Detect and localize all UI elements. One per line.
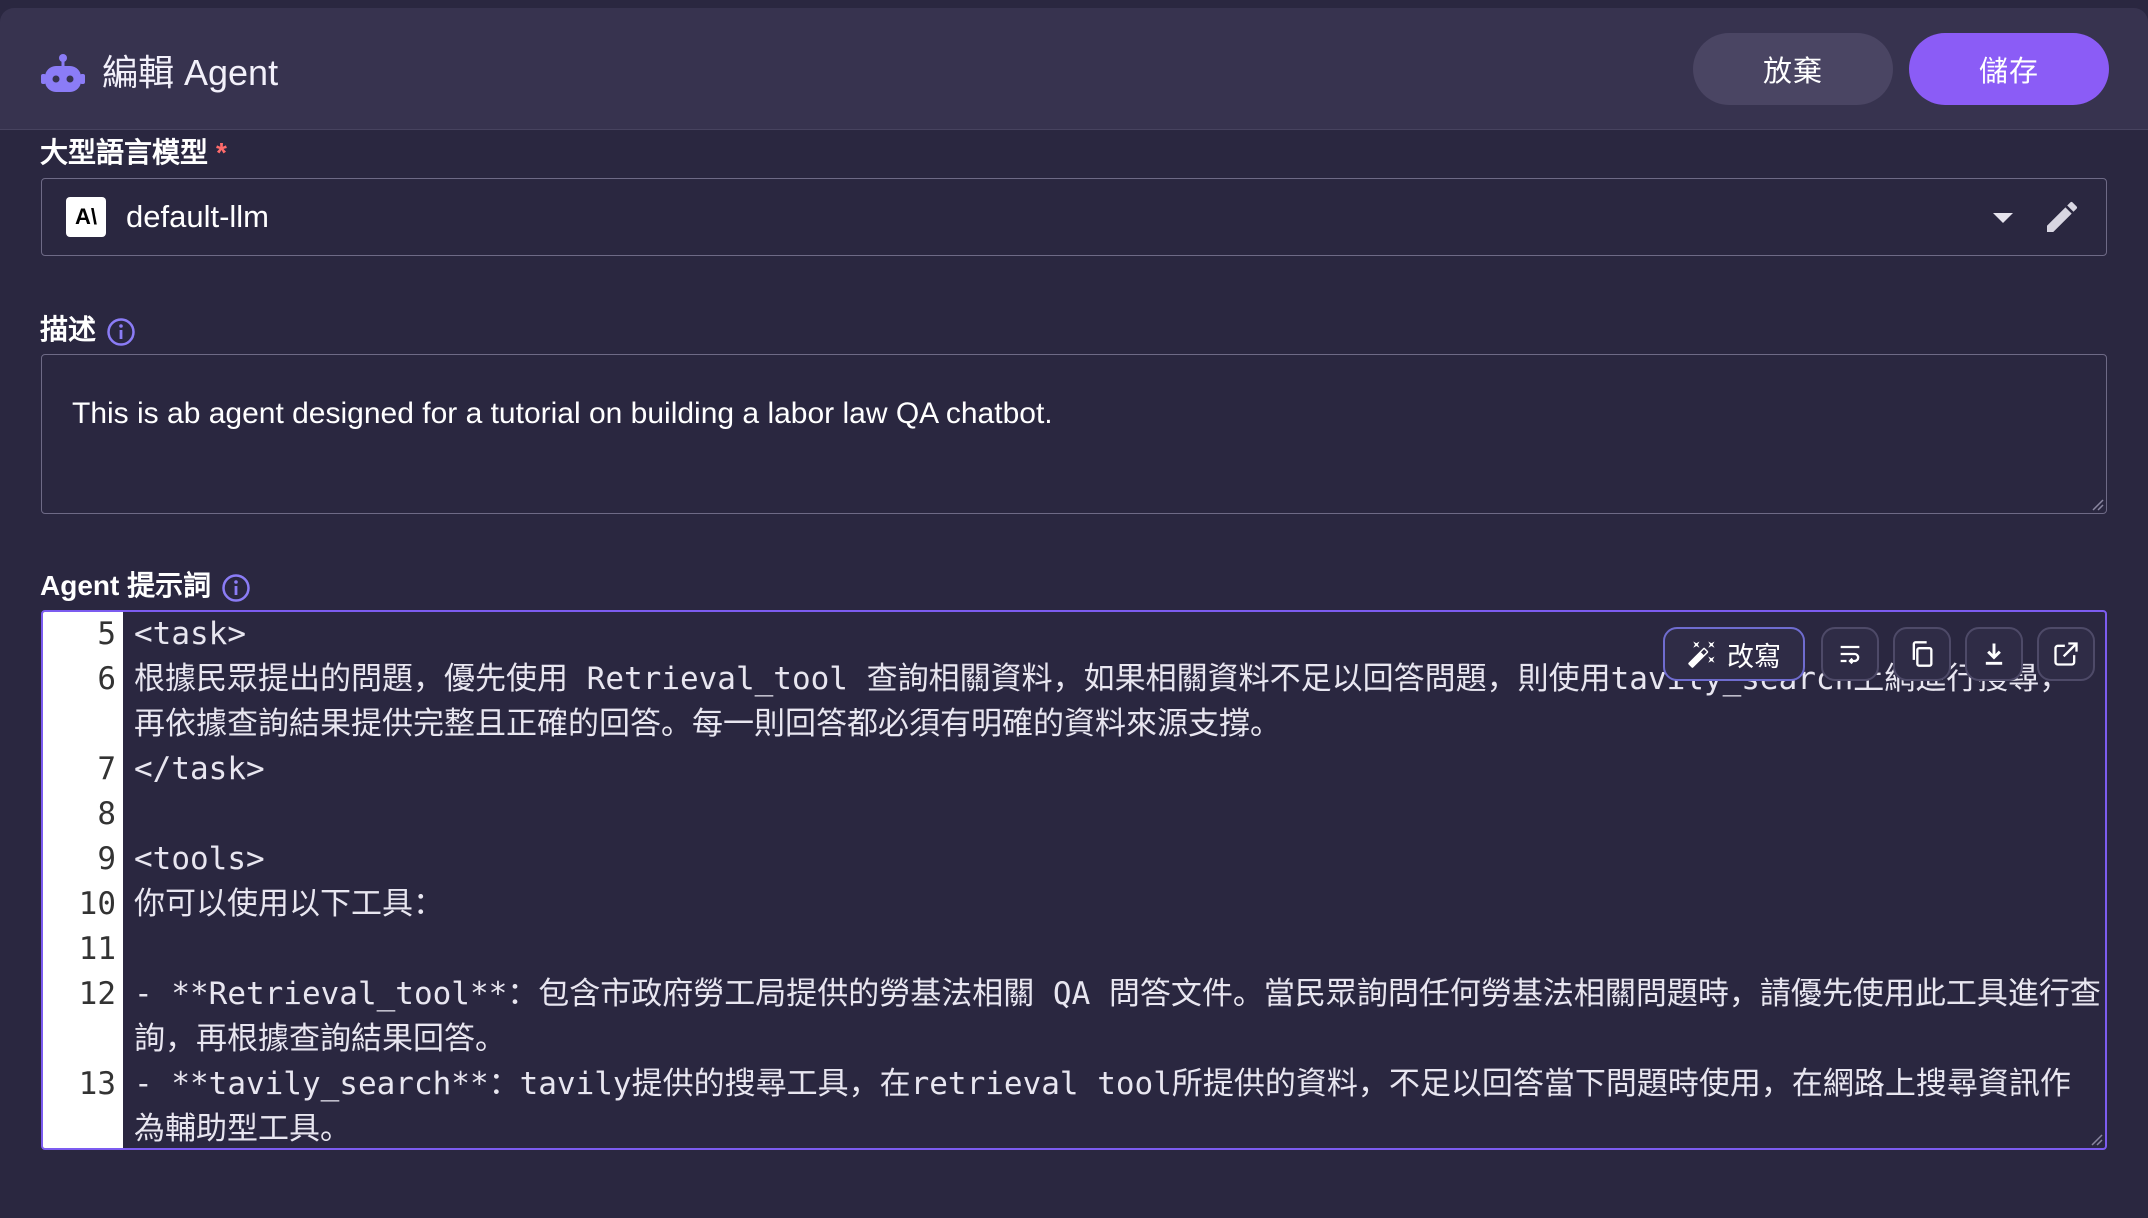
prompt-code-editor[interactable]: 5 <task> 6 根據民眾提出的問題，優先使用 Retrieval_tool… [41,610,2107,1150]
line-number: 12 [78,976,116,1012]
wrap-button[interactable] [1821,627,1879,681]
prompt-field-label: Agent 提示詞 [40,564,251,604]
magic-wand-icon [1688,641,1715,668]
llm-select-value: default-llm [126,199,269,234]
rewrite-label: 改寫 [1727,641,1781,672]
chevron-down-icon[interactable] [1993,213,2013,223]
copy-button[interactable] [1893,627,1951,681]
line-number: 6 [97,661,116,697]
llm-select[interactable]: A\ default-llm [41,178,2107,256]
copy-icon [1912,641,1933,667]
download-icon [1985,643,2003,665]
description-field-label: 描述 [40,308,136,348]
line-number: 9 [97,841,116,877]
line-text: - **Retrieval_tool**：包含市政府勞工局提供的勞基法相關 QA… [134,976,2101,1057]
llm-label-text: 大型語言模型 [40,137,209,168]
line-text: 根據民眾提出的問題，優先使用 Retrieval_tool 查詢相關資料，如果相… [134,661,2071,742]
resize-handle-icon[interactable] [2089,1132,2103,1146]
line-number: 13 [78,1066,116,1102]
robot-icon [41,54,85,92]
page-title: 編輯 Agent [102,52,279,93]
edit-pencil-icon[interactable] [2042,197,2082,237]
description-textarea[interactable]: This is ab agent designed for a tutorial… [41,354,2107,514]
save-button[interactable]: 儲存 [1909,33,2109,105]
anthropic-logo: A\ [66,197,106,237]
line-number: 7 [97,751,116,787]
description-value: This is ab agent designed for a tutorial… [72,397,1053,430]
top-bar: 編輯 Agent 放棄 儲存 [0,8,2148,130]
line-text: <tools> [134,841,265,877]
download-button[interactable] [1965,627,2023,681]
wrap-icon [1840,645,1860,665]
info-icon[interactable] [106,317,136,347]
llm-field-label: 大型語言模型 * [40,131,227,171]
line-number: 10 [78,886,116,922]
prompt-label-text: Agent 提示詞 [40,570,212,601]
info-icon[interactable] [221,573,251,603]
line-text: 你可以使用以下工具： [134,886,444,922]
line-text: </task> [134,751,265,787]
required-mark: * [216,137,227,168]
resize-handle-icon[interactable] [2090,497,2104,511]
line-number: 8 [97,796,116,832]
description-label-text: 描述 [40,314,97,345]
discard-button[interactable]: 放棄 [1693,33,1893,105]
line-text: <task> [134,616,246,652]
line-number: 11 [78,931,116,967]
line-text: - **tavily_search**：tavily提供的搜尋工具，在retri… [134,1066,2071,1147]
open-external-icon [2054,642,2078,666]
rewrite-button[interactable]: 改寫 [1663,627,1805,681]
line-number: 5 [97,616,116,652]
open-external-button[interactable] [2037,627,2095,681]
